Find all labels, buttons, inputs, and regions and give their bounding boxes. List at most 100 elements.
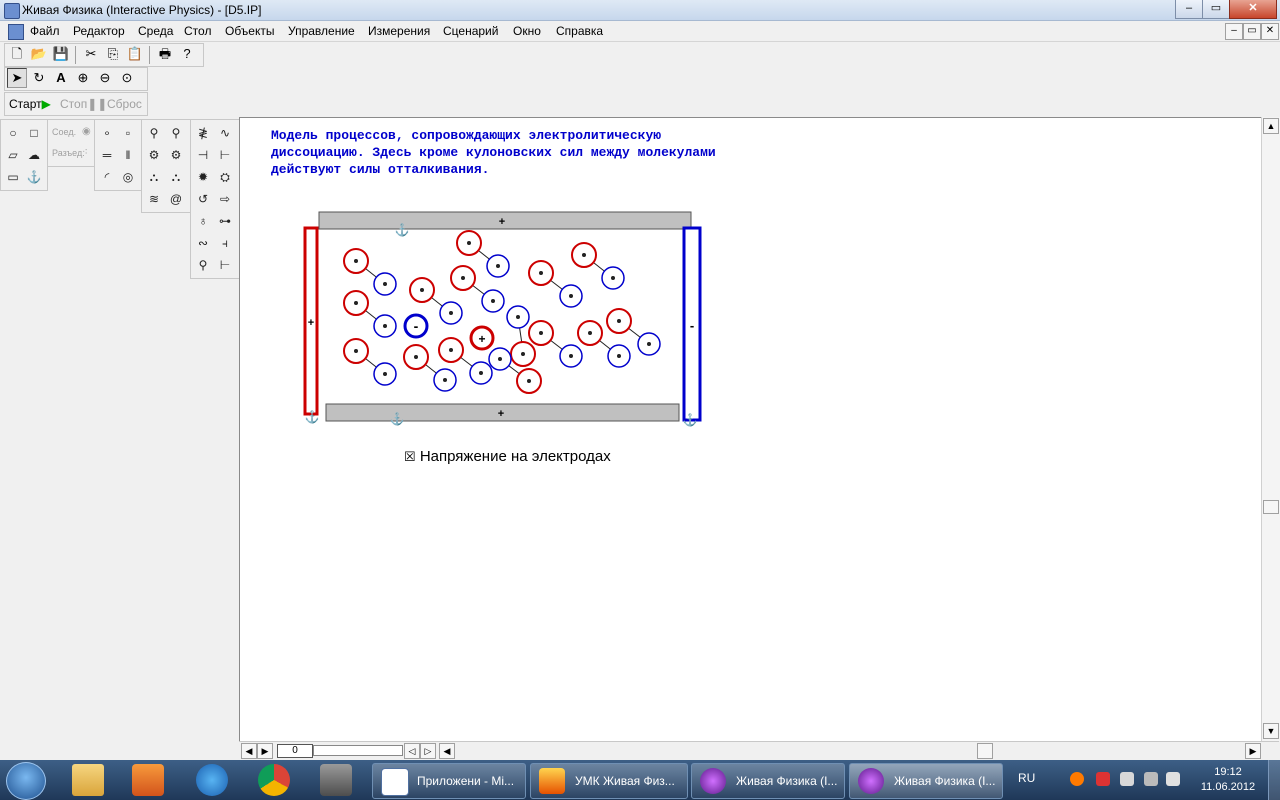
menu-window[interactable]: Окно: [513, 24, 541, 38]
frame-back-step-icon[interactable]: ◁: [404, 743, 420, 759]
vertical-slot-icon[interactable]: ‖: [118, 145, 138, 165]
explorer-folder-icon[interactable]: [72, 764, 104, 796]
show-desktop-button[interactable]: [1268, 760, 1280, 800]
zoom-in-icon[interactable]: ⊕: [73, 68, 93, 88]
slot-joint-icon[interactable]: ⛬: [144, 167, 164, 187]
rope-icon[interactable]: ∾: [193, 233, 213, 253]
menu-editor[interactable]: Редактор: [73, 24, 125, 38]
square-point-tool-icon[interactable]: ▫: [118, 123, 138, 143]
doc-close-button[interactable]: ✕: [1261, 23, 1279, 40]
rectangle-tool-icon[interactable]: □: [24, 123, 44, 143]
pointer-arrow-icon[interactable]: ➤: [7, 68, 27, 88]
taskbar-item-physics-1[interactable]: Живая Физика (I...: [691, 763, 845, 799]
motor-joint-icon[interactable]: ⚙: [144, 145, 164, 165]
doc-icon[interactable]: [8, 24, 24, 40]
actuator-joint-icon[interactable]: ⚙: [166, 145, 186, 165]
clock[interactable]: 19:12 11.06.2012: [1196, 765, 1260, 795]
menu-help[interactable]: Справка: [556, 24, 603, 38]
voltage-checkbox-control[interactable]: ☒ Напряжение на электродах: [404, 448, 611, 465]
torque-icon[interactable]: ↺: [193, 189, 213, 209]
virtual-drive-icon[interactable]: [320, 764, 352, 796]
motor-gear-icon[interactable]: ✹: [193, 167, 213, 187]
pin-joint-icon[interactable]: ⚲: [144, 123, 164, 143]
menu-script[interactable]: Сценарий: [443, 24, 498, 38]
doc-restore-button[interactable]: ▭: [1243, 23, 1261, 40]
curve-tool-icon[interactable]: ☁: [24, 145, 44, 165]
open-folder-icon[interactable]: 📂: [29, 44, 49, 64]
scroll-up-icon[interactable]: ▲: [1263, 118, 1279, 134]
menu-control[interactable]: Управление: [288, 24, 355, 38]
square-tool-icon[interactable]: ▭: [3, 167, 23, 187]
pulley-icon[interactable]: ⛭: [215, 167, 235, 187]
menu-objects[interactable]: Объекты: [225, 24, 275, 38]
reset-button[interactable]: Сброс: [107, 97, 142, 111]
paste-icon[interactable]: 📋: [125, 44, 145, 64]
tray-app-icon[interactable]: [1070, 772, 1084, 786]
menu-table[interactable]: Стол: [184, 24, 211, 38]
frame-first-icon[interactable]: ◀: [241, 743, 257, 759]
copy-icon[interactable]: ⎘: [103, 44, 123, 64]
scroll-left-icon[interactable]: ◀: [439, 743, 455, 759]
internet-explorer-icon[interactable]: [196, 764, 228, 796]
checkbox-checked-icon[interactable]: ☒: [404, 449, 416, 464]
doc-minimize-button[interactable]: –: [1225, 23, 1243, 40]
rigid-joint-icon[interactable]: ⚲: [166, 123, 186, 143]
curve-joint-icon[interactable]: ≋: [144, 189, 164, 209]
menu-measures[interactable]: Измерения: [368, 24, 430, 38]
start-orb-icon[interactable]: [6, 762, 46, 800]
electrolysis-model[interactable]: + ⚓ + ⚓ + ⚓ - ⚓ - +: [240, 118, 1262, 742]
circle-tool-icon[interactable]: ○: [3, 123, 23, 143]
chrome-icon[interactable]: [258, 764, 290, 796]
zoom-fit-icon[interactable]: ⊙: [117, 68, 137, 88]
split-button[interactable]: Разъед.: [52, 148, 85, 158]
taskbar-item-umk[interactable]: УМК Живая Физ...: [530, 763, 688, 799]
stop-button[interactable]: Стоп❚❚: [60, 97, 107, 111]
zigzag-spring-icon[interactable]: ∿: [215, 123, 235, 143]
tray-flag-icon[interactable]: [1096, 772, 1110, 786]
join-button[interactable]: Соед.: [52, 127, 76, 137]
rotate-icon[interactable]: ↻: [29, 68, 49, 88]
app-icon[interactable]: [4, 3, 20, 19]
keyed-slot-icon[interactable]: ◎: [118, 167, 138, 187]
minimize-button[interactable]: –: [1175, 0, 1203, 19]
line-icon[interactable]: ⊢: [215, 255, 235, 275]
anchor-tool-icon[interactable]: ⚓: [24, 167, 44, 187]
polygon-tool-icon[interactable]: ▱: [3, 145, 23, 165]
frame-last-icon[interactable]: ▷: [420, 743, 436, 759]
vertical-scroll-thumb[interactable]: [1263, 500, 1279, 514]
maximize-button[interactable]: ▭: [1202, 0, 1230, 19]
workspace-canvas[interactable]: Модель процессов, сопровождающих электро…: [239, 117, 1262, 742]
separator-icon[interactable]: ⫞: [215, 233, 235, 253]
zoom-out-icon[interactable]: ⊖: [95, 68, 115, 88]
save-icon[interactable]: 💾: [51, 44, 71, 64]
new-file-icon[interactable]: 🗋: [7, 44, 27, 64]
vertical-scrollbar[interactable]: ▲ ▼: [1261, 117, 1280, 741]
scroll-right-icon[interactable]: ▶: [1245, 743, 1261, 759]
horizontal-scroll-thumb[interactable]: [977, 743, 993, 759]
language-indicator[interactable]: RU: [1018, 771, 1035, 785]
force-arrow-icon[interactable]: ⇨: [215, 189, 235, 209]
start-button[interactable]: Старт▶: [9, 97, 51, 111]
tray-device-icon[interactable]: [1120, 772, 1134, 786]
help-question-icon[interactable]: ?: [177, 44, 197, 64]
text-tool-icon[interactable]: A: [51, 68, 71, 88]
damper-icon[interactable]: ⊣: [193, 145, 213, 165]
spring-damper-icon[interactable]: ⊢: [215, 145, 235, 165]
tray-network-icon[interactable]: [1144, 772, 1158, 786]
close-button[interactable]: ✕: [1229, 0, 1277, 19]
point-tool-icon[interactable]: ∘: [97, 123, 117, 143]
rotary-motor-icon[interactable]: ♁: [193, 211, 213, 231]
tray-volume-icon[interactable]: [1166, 772, 1180, 786]
print-icon[interactable]: 🖶: [155, 44, 175, 64]
horizontal-slot-icon[interactable]: ═: [97, 145, 117, 165]
taskbar-item-word[interactable]: Приложени - Mi...: [372, 763, 526, 799]
scroll-down-icon[interactable]: ▼: [1263, 723, 1279, 739]
rod-icon[interactable]: ⚲: [193, 255, 213, 275]
media-player-icon[interactable]: [132, 764, 164, 796]
menu-file[interactable]: Файл: [30, 24, 60, 38]
curved-slot-icon[interactable]: ◜: [97, 167, 117, 187]
taskbar-item-physics-2[interactable]: Живая Физика (I...: [849, 763, 1003, 799]
spring-icon[interactable]: ≹: [193, 123, 213, 143]
frame-slider[interactable]: [313, 745, 403, 756]
linear-actuator-icon[interactable]: ⊶: [215, 211, 235, 231]
